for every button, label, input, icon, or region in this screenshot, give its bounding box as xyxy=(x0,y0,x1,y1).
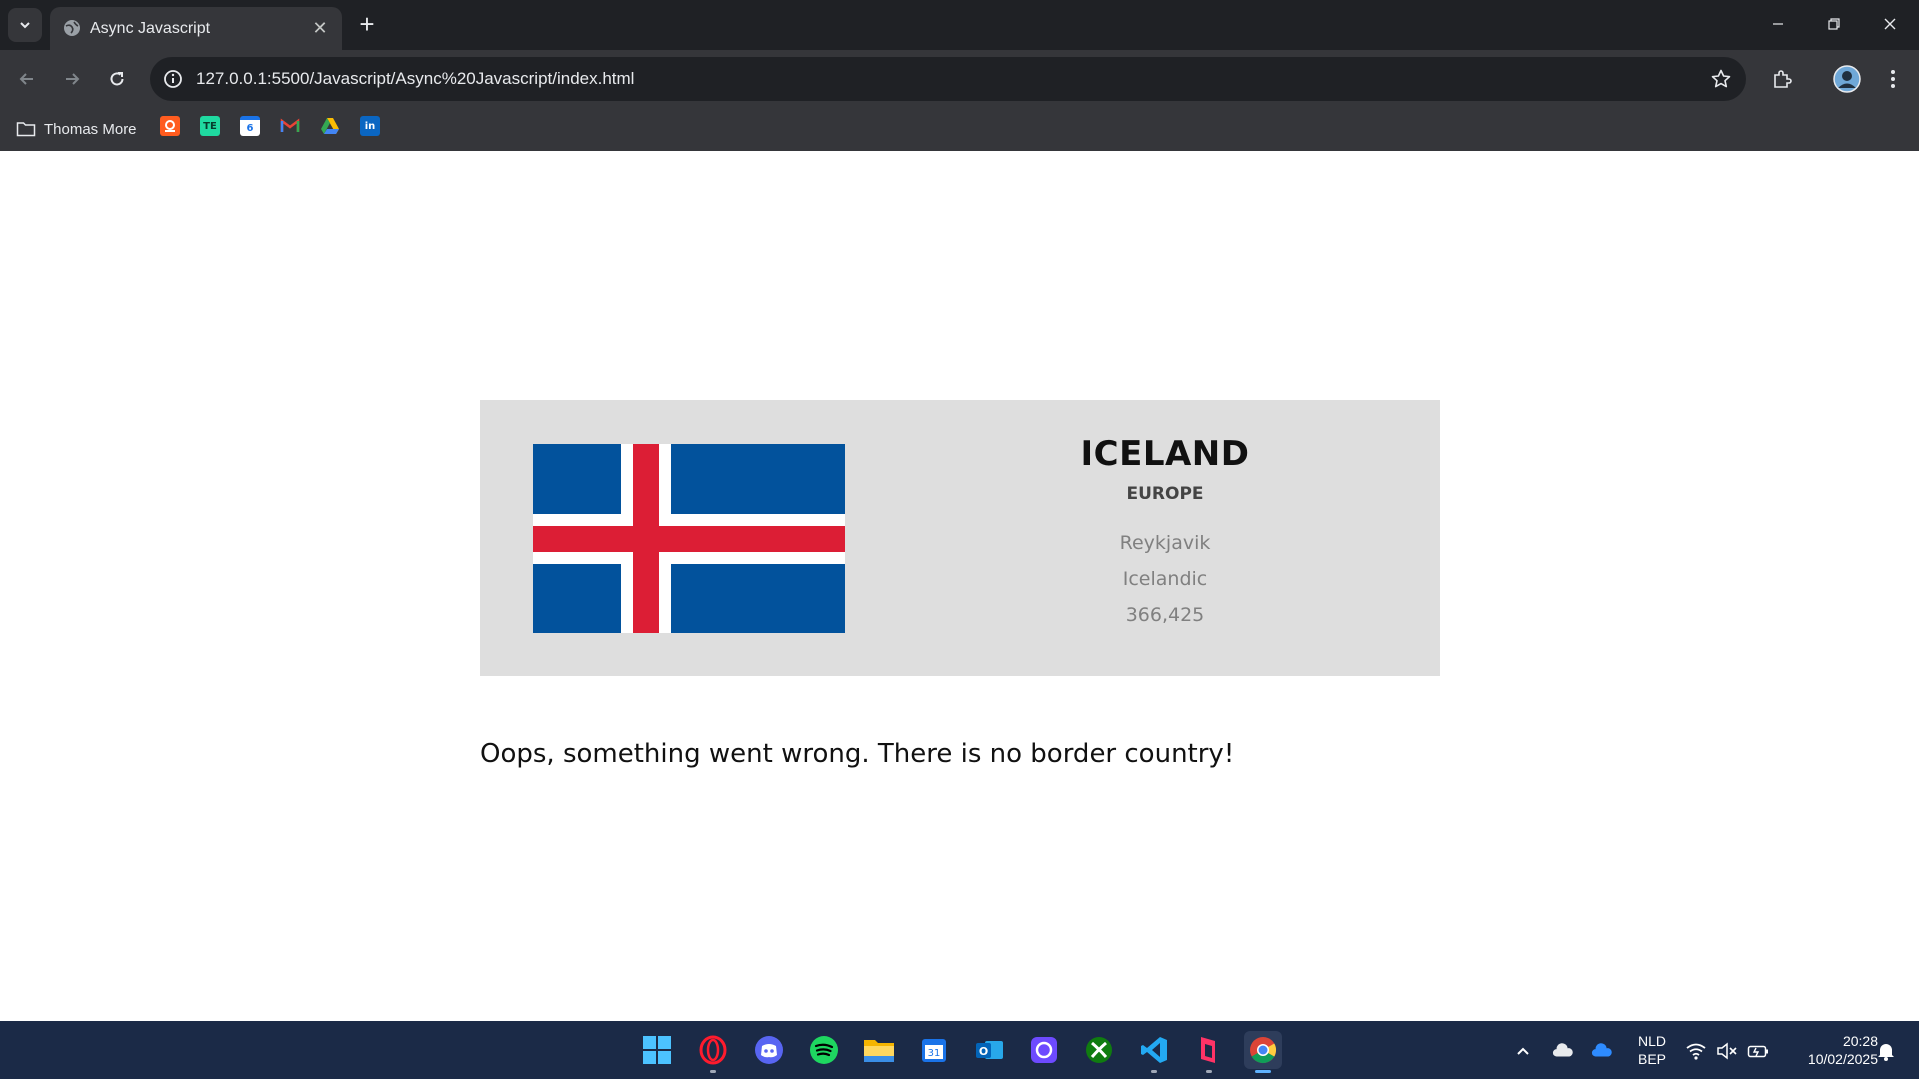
language-code: NLD xyxy=(1637,1033,1666,1049)
bookmark-folder-thomas-more[interactable]: Thomas More xyxy=(16,118,137,140)
restore-icon xyxy=(1828,18,1840,30)
language-indicator[interactable]: NLD BEP xyxy=(1632,1032,1672,1068)
xbox-icon[interactable] xyxy=(1080,1031,1118,1069)
google-drive-bookmark-icon[interactable] xyxy=(320,116,340,136)
browser-toolbar: 127.0.0.1:5500/Javascript/Async%20Javasc… xyxy=(0,50,1919,108)
tab-close-icon[interactable]: ✕ xyxy=(310,18,330,38)
country-flag xyxy=(533,444,845,633)
gmail-bookmark-icon[interactable] xyxy=(280,116,300,136)
page-viewport: ICELAND EUROPE Reykjavik Icelandic 366,4… xyxy=(0,151,1919,1021)
minimize-button[interactable] xyxy=(1758,8,1798,40)
minimize-icon xyxy=(1773,23,1783,25)
windows-start-icon[interactable] xyxy=(638,1031,676,1069)
linkedin-bookmark-icon[interactable]: in xyxy=(360,116,380,136)
tab-title: Async Javascript xyxy=(90,20,211,37)
bookmark-star-icon[interactable] xyxy=(1710,68,1732,90)
country-capital: Reykjavik xyxy=(1119,532,1211,554)
running-indicator xyxy=(1206,1070,1212,1073)
folder-icon xyxy=(16,122,36,137)
opera-icon[interactable] xyxy=(694,1031,732,1073)
browser-menu-button[interactable] xyxy=(1877,63,1909,95)
reload-button[interactable] xyxy=(100,62,134,96)
orange-bookmark-icon[interactable] xyxy=(160,116,180,136)
site-info-icon[interactable] xyxy=(162,68,184,90)
close-icon xyxy=(1884,18,1896,30)
country-info: ICELAND EUROPE Reykjavik Icelandic 366,4… xyxy=(1040,428,1290,626)
chevron-up-icon[interactable] xyxy=(1512,1040,1534,1062)
country-population: 366,425 xyxy=(1125,604,1205,626)
tab-search-button[interactable] xyxy=(8,8,42,42)
new-tab-button[interactable]: + xyxy=(352,10,382,40)
country-card: ICELAND EUROPE Reykjavik Icelandic 366,4… xyxy=(480,400,1440,676)
svg-text:31: 31 xyxy=(928,1048,941,1059)
close-window-button[interactable] xyxy=(1870,8,1910,40)
wifi-icon[interactable] xyxy=(1685,1040,1707,1062)
globe-icon xyxy=(64,20,80,36)
file-explorer-icon[interactable] xyxy=(860,1031,898,1069)
running-indicator xyxy=(710,1070,716,1073)
extensions-button[interactable] xyxy=(1766,63,1798,95)
proton-icon[interactable] xyxy=(1025,1031,1063,1069)
notification-bell-icon[interactable] xyxy=(1875,1040,1897,1062)
url-text[interactable]: 127.0.0.1:5500/Javascript/Async%20Javasc… xyxy=(196,69,634,89)
restore-button[interactable] xyxy=(1814,8,1854,40)
clock-time: 20:28 xyxy=(1842,1033,1878,1049)
arrow-right-icon xyxy=(66,73,80,85)
keyboard-layout: BEP xyxy=(1637,1051,1666,1067)
profile-avatar[interactable] xyxy=(1831,63,1863,95)
clock-date: 10/02/2025 xyxy=(1807,1051,1878,1067)
address-bar[interactable]: 127.0.0.1:5500/Javascript/Async%20Javasc… xyxy=(150,57,1746,101)
vscode-icon[interactable] xyxy=(1135,1031,1173,1073)
country-language: Icelandic xyxy=(1122,568,1208,590)
error-message: Oops, something went wrong. There is no … xyxy=(480,739,1235,769)
arrow-left-icon xyxy=(19,73,33,85)
volume-muted-icon[interactable] xyxy=(1716,1040,1738,1062)
country-region: EUROPE xyxy=(1126,484,1204,504)
running-indicator xyxy=(1151,1070,1157,1073)
avatar-icon xyxy=(1833,65,1861,93)
svg-text:O: O xyxy=(979,1045,988,1058)
chrome-icon[interactable] xyxy=(1244,1031,1282,1073)
battery-icon[interactable] xyxy=(1747,1040,1769,1062)
reload-icon xyxy=(110,72,124,86)
clock[interactable]: 20:28 10/02/2025 xyxy=(1778,1032,1878,1068)
cloud-icon[interactable] xyxy=(1552,1040,1574,1062)
puzzle-icon xyxy=(1774,70,1792,88)
forward-button[interactable] xyxy=(55,62,89,96)
onedrive-icon[interactable] xyxy=(1591,1040,1613,1062)
active-indicator xyxy=(1255,1070,1271,1073)
bookmark-folder-label: Thomas More xyxy=(44,120,137,138)
windows-taskbar: 31 O NLD BEP 20:28 10/02/2025 xyxy=(0,1021,1919,1079)
outlook-icon[interactable]: O xyxy=(970,1031,1008,1069)
google-calendar-bookmark-icon[interactable]: 6 xyxy=(240,116,260,136)
spotify-icon[interactable] xyxy=(805,1031,843,1069)
more-vertical-icon xyxy=(1891,70,1895,88)
browser-tab-active[interactable]: Async Javascript ✕ xyxy=(50,7,342,50)
back-button[interactable] xyxy=(10,62,44,96)
chevron-down-icon xyxy=(20,22,30,29)
calendar-icon[interactable]: 31 xyxy=(915,1031,953,1069)
docs-app-icon[interactable] xyxy=(1190,1031,1228,1073)
discord-icon[interactable] xyxy=(750,1031,788,1069)
browser-tab-strip: Async Javascript ✕ + xyxy=(0,0,1919,50)
flag-cross-red-horizontal xyxy=(533,526,845,552)
te-bookmark-icon[interactable]: TE xyxy=(200,116,220,136)
country-name: ICELAND xyxy=(1080,434,1250,474)
